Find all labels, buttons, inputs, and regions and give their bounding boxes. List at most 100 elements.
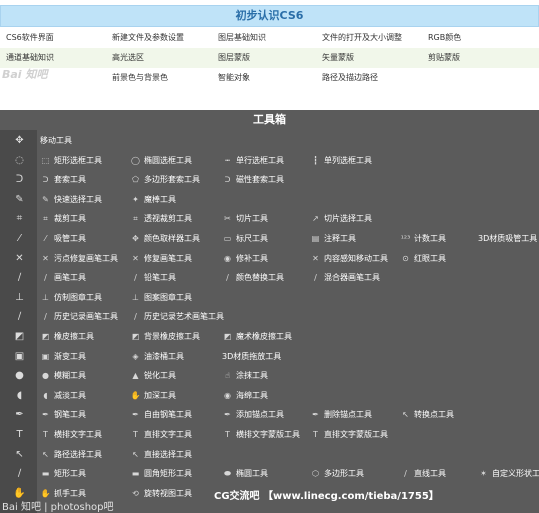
tool-item[interactable]: ✦ 魔棒工具 bbox=[130, 190, 176, 209]
tool-item[interactable]: ✂ 切片工具 bbox=[222, 209, 268, 228]
tool-item[interactable]: ↖ 转换点工具 bbox=[400, 405, 454, 424]
tool-item[interactable]: ∕ 颜色替换工具 bbox=[222, 268, 284, 287]
tool-item[interactable]: ∕ 画笔工具 bbox=[40, 268, 86, 287]
history-brush-icon[interactable]: ∕ bbox=[13, 310, 26, 323]
tool-item[interactable]: ✶ 自定义形状工具 bbox=[478, 464, 539, 483]
tool-label: 海绵工具 bbox=[236, 390, 268, 400]
tool-item[interactable]: ✒ 添加锚点工具 bbox=[222, 405, 284, 424]
nav-link[interactable]: 剪贴蒙版 bbox=[428, 48, 460, 68]
tool-item[interactable]: ∕ 直线工具 bbox=[400, 464, 446, 483]
move-icon[interactable]: ✥ bbox=[13, 134, 26, 147]
tool-item[interactable]: ┅ 单行选框工具 bbox=[222, 151, 284, 170]
tool-item[interactable]: T 直排文字蒙版工具 bbox=[310, 425, 388, 444]
nav-link[interactable]: 路径及描边路径 bbox=[322, 68, 378, 88]
tool-item[interactable]: ∕ 历史记录画笔工具 bbox=[40, 307, 118, 326]
tool-item[interactable]: ✕ 内容感知移动工具 bbox=[310, 249, 388, 268]
nav-link[interactable]: 图层基础知识 bbox=[218, 28, 266, 48]
tool-item[interactable]: ᑐ 套索工具 bbox=[40, 170, 86, 189]
tool-label: 直排文字蒙版工具 bbox=[324, 430, 388, 439]
tool-item[interactable]: ▲ 锐化工具 bbox=[130, 366, 176, 385]
eyedropper-icon[interactable]: ⁄ bbox=[13, 232, 26, 245]
tool-item[interactable]: T 横排文字工具 bbox=[40, 425, 102, 444]
tool-item[interactable]: ⌗ 裁剪工具 bbox=[40, 209, 86, 228]
tool-item[interactable]: ⊥ 仿制图章工具 bbox=[40, 288, 102, 307]
eraser-icon[interactable]: ◩ bbox=[13, 330, 26, 343]
nav-link[interactable]: 文件的打开及大小调整 bbox=[322, 28, 402, 48]
tool-item[interactable]: ⬬ 椭圆工具 bbox=[222, 464, 268, 483]
tool-item[interactable]: ᑐ 磁性套索工具 bbox=[222, 170, 284, 189]
tool-item[interactable]: ⊙ 红眼工具 bbox=[400, 249, 446, 268]
tool-item[interactable]: ⬡ 多边形工具 bbox=[310, 464, 364, 483]
tool-item[interactable]: ∕ 历史记录艺术画笔工具 bbox=[130, 307, 224, 326]
tool-item[interactable]: ↖ 直接选择工具 bbox=[130, 445, 192, 464]
tool-item[interactable]: ¹²³ 计数工具 bbox=[400, 229, 446, 248]
brush-icon[interactable]: ∕ bbox=[13, 271, 26, 284]
tool-item[interactable]: 3D材质吸管工具 bbox=[478, 229, 537, 248]
nav-link[interactable]: 前景色与背景色 bbox=[112, 68, 168, 88]
pen-icon[interactable]: ✒ bbox=[13, 408, 26, 421]
tool-item[interactable]: ⌗ 透视裁剪工具 bbox=[130, 209, 192, 228]
tool-item[interactable]: ✒ 钢笔工具 bbox=[40, 405, 86, 424]
tool-item[interactable]: 3D材质拖放工具 bbox=[222, 347, 281, 366]
tool-item[interactable]: ∕ 混合器画笔工具 bbox=[310, 268, 380, 287]
tool-item[interactable]: ☝ 涂抹工具 bbox=[222, 366, 268, 385]
tool-item[interactable]: ◩ 橡皮擦工具 bbox=[40, 327, 94, 346]
gradient-icon[interactable]: ▣ bbox=[13, 350, 26, 363]
tool-item[interactable]: ◉ 修补工具 bbox=[222, 249, 268, 268]
tool-item[interactable]: 移动工具 bbox=[40, 131, 72, 150]
tool-item[interactable]: ✥ 颜色取样器工具 bbox=[130, 229, 200, 248]
tool-item[interactable]: ↖ 路径选择工具 bbox=[40, 445, 102, 464]
nav-link[interactable]: 通道基础知识 bbox=[6, 48, 54, 68]
tool-item[interactable]: ⬚ 矩形选框工具 bbox=[40, 151, 102, 170]
tool-item[interactable]: ✕ 修复画笔工具 bbox=[130, 249, 192, 268]
tool-item[interactable]: ∕ 铅笔工具 bbox=[130, 268, 176, 287]
dodge-icon[interactable]: ◖ bbox=[13, 389, 26, 402]
tool-item[interactable]: ✋ 加深工具 bbox=[130, 386, 176, 405]
nav-link[interactable]: 图层蒙版 bbox=[218, 48, 250, 68]
nav-link[interactable]: CS6软件界面 bbox=[6, 28, 54, 48]
tool-item[interactable]: ◩ 魔术橡皮擦工具 bbox=[222, 327, 292, 346]
marquee-icon[interactable]: ◌ bbox=[13, 154, 26, 167]
quick-select-icon[interactable]: ✎ bbox=[13, 193, 26, 206]
tool-item[interactable]: ◉ 海绵工具 bbox=[222, 386, 268, 405]
path-select-icon[interactable]: ↖ bbox=[13, 448, 26, 461]
lasso-icon[interactable]: ᑐ bbox=[13, 173, 26, 186]
tool-item[interactable]: ⁄ 吸管工具 bbox=[40, 229, 86, 248]
tool-item[interactable]: ✎ 快速选择工具 bbox=[40, 190, 102, 209]
tool-item[interactable]: ↗ 切片选择工具 bbox=[310, 209, 372, 228]
tool-item[interactable]: ┇ 单列选框工具 bbox=[310, 151, 372, 170]
tool-icon: ◩ bbox=[41, 332, 50, 341]
tool-item[interactable]: ● 模糊工具 bbox=[40, 366, 86, 385]
shape-icon[interactable]: ∕ bbox=[13, 467, 26, 480]
tool-item[interactable]: T 横排文字蒙版工具 bbox=[222, 425, 300, 444]
blur-icon[interactable]: ● bbox=[13, 369, 26, 382]
tool-item[interactable]: ▣ 渐变工具 bbox=[40, 347, 86, 366]
tool-item[interactable]: ▬ 圆角矩形工具 bbox=[130, 464, 192, 483]
tool-item[interactable]: ◖ 减淡工具 bbox=[40, 386, 86, 405]
tool-item[interactable]: ▤ 注释工具 bbox=[310, 229, 356, 248]
tool-item[interactable]: ▭ 标尺工具 bbox=[222, 229, 268, 248]
tool-item[interactable]: ◯ 椭圆选框工具 bbox=[130, 151, 192, 170]
crop-icon[interactable]: ⌗ bbox=[13, 212, 26, 225]
nav-link[interactable]: 新建文件及参数设置 bbox=[112, 28, 184, 48]
tool-item[interactable]: ◈ 油漆桶工具 bbox=[130, 347, 184, 366]
tool-item[interactable]: ⊥ 图案图章工具 bbox=[130, 288, 192, 307]
tool-item[interactable]: ✒ 删除锚点工具 bbox=[310, 405, 372, 424]
tool-item[interactable]: ✕ 污点修复画笔工具 bbox=[40, 249, 118, 268]
tool-icon: ∕ bbox=[226, 273, 229, 283]
tool-item[interactable]: ◩ 背景橡皮擦工具 bbox=[130, 327, 200, 346]
healing-icon[interactable]: ✕ bbox=[13, 252, 26, 265]
tool-label: 橡皮擦工具 bbox=[54, 332, 94, 341]
nav-link[interactable]: 矢量蒙版 bbox=[322, 48, 354, 68]
tool-item[interactable]: ▬ 矩形工具 bbox=[40, 464, 86, 483]
tool-icon: ▣ bbox=[41, 351, 50, 361]
nav-link[interactable]: 智能对象 bbox=[218, 68, 250, 88]
nav-link[interactable]: 高光选区 bbox=[112, 48, 144, 68]
tool-item[interactable]: ⟲ 旋转视图工具 bbox=[130, 484, 192, 503]
nav-link[interactable]: RGB颜色 bbox=[428, 28, 461, 48]
type-icon[interactable]: T bbox=[13, 428, 26, 441]
stamp-icon[interactable]: ⊥ bbox=[13, 291, 26, 304]
tool-item[interactable]: T 直排文字工具 bbox=[130, 425, 192, 444]
tool-item[interactable]: ✒ 自由钢笔工具 bbox=[130, 405, 192, 424]
tool-item[interactable]: ⬠ 多边形套索工具 bbox=[130, 170, 200, 189]
